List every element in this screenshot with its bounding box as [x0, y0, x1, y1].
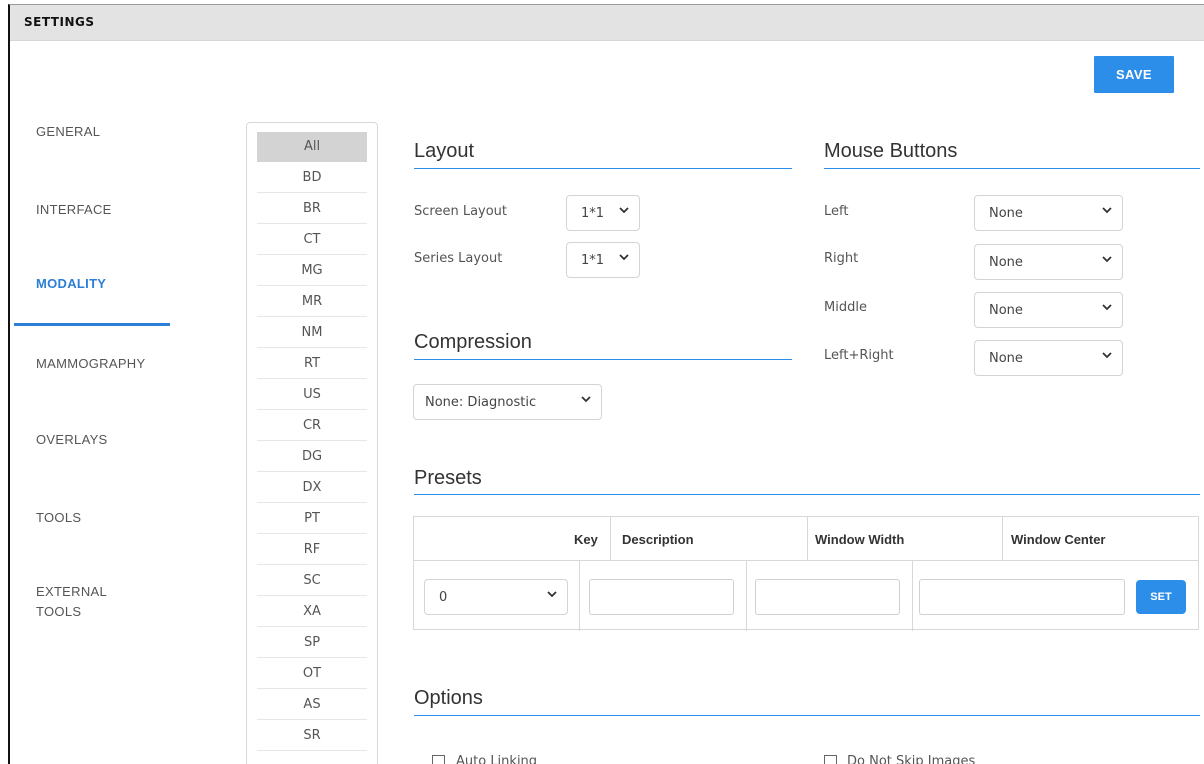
nav-item-interface[interactable]: INTERFACE	[36, 200, 112, 220]
chevron-down-icon	[1102, 352, 1112, 359]
mouse-right-value: None	[989, 255, 1023, 270]
nav-item-label: EXTERNAL	[36, 584, 108, 599]
options-section-title: Options	[414, 687, 483, 709]
column-divider	[1002, 517, 1003, 561]
layout-section-title: Layout	[414, 140, 475, 162]
window-title: SETTINGS	[24, 15, 95, 29]
column-divider	[746, 561, 747, 631]
nav-item-overlays[interactable]: OVERLAYS	[36, 430, 108, 450]
do-not-skip-images-label: Do Not Skip Images	[847, 754, 976, 764]
chevron-down-icon	[619, 254, 629, 261]
auto-linking-checkbox[interactable]	[432, 755, 445, 764]
column-divider	[807, 517, 808, 561]
column-header-description: Description	[622, 532, 694, 547]
auto-linking-label: Auto Linking	[456, 754, 538, 764]
nav-item-tools[interactable]: TOOLS	[36, 508, 81, 528]
layout-divider	[414, 168, 792, 169]
column-divider	[912, 561, 913, 631]
presets-divider	[414, 494, 1200, 495]
series-layout-label: Series Layout	[414, 251, 503, 266]
column-header-key: Key	[574, 532, 598, 547]
nav-item-external-tools[interactable]: EXTERNAL TOOLS	[36, 582, 107, 622]
mouse-buttons-divider	[824, 168, 1200, 169]
modality-item-xa[interactable]: XA	[257, 597, 367, 627]
modality-item-pt[interactable]: PT	[257, 504, 367, 534]
presets-table-header: Key Description Window Width Window Cent…	[414, 517, 1198, 561]
chevron-down-icon	[619, 207, 629, 214]
nav-item-modality[interactable]: MODALITY	[36, 274, 106, 294]
modality-item-ot[interactable]: OT	[257, 659, 367, 689]
screen-layout-select[interactable]: 1*1	[566, 195, 640, 231]
presets-section-title: Presets	[414, 467, 482, 489]
modality-item-mg[interactable]: MG	[257, 256, 367, 286]
chevron-down-icon	[1102, 207, 1112, 214]
mouse-left-label: Left	[824, 204, 849, 219]
presets-table: Key Description Window Width Window Cent…	[413, 516, 1199, 631]
nav-item-label: TOOLS	[36, 604, 82, 619]
mouse-leftright-label: Left+Right	[824, 348, 894, 363]
modality-item-sr[interactable]: SR	[257, 721, 367, 751]
modality-item-cr[interactable]: CR	[257, 411, 367, 441]
mouse-middle-select[interactable]: None	[974, 292, 1123, 328]
compression-select[interactable]: None: Diagnostic	[413, 384, 602, 420]
modality-list: All BD BR CT MG MR NM RT US CR DG DX PT …	[246, 122, 378, 764]
modality-item-br[interactable]: BR	[257, 194, 367, 224]
modality-item-sc[interactable]: SC	[257, 566, 367, 596]
screen-layout-label: Screen Layout	[414, 204, 508, 219]
preset-window-width-input[interactable]	[755, 579, 900, 615]
modality-item-as[interactable]: AS	[257, 690, 367, 720]
modality-item-mr[interactable]: MR	[257, 287, 367, 317]
mouse-left-value: None	[989, 206, 1023, 221]
do-not-skip-images-checkbox[interactable]	[824, 755, 837, 764]
modality-item-sp[interactable]: SP	[257, 628, 367, 658]
save-button[interactable]: SAVE	[1094, 56, 1174, 93]
chevron-down-icon	[1102, 256, 1112, 263]
settings-window: SETTINGS SAVE GENERAL INTERFACE MODALITY…	[8, 4, 1204, 764]
preset-description-input[interactable]	[589, 579, 734, 615]
compression-value: None: Diagnostic	[425, 395, 537, 410]
chevron-down-icon	[547, 591, 557, 598]
column-header-window-width: Window Width	[815, 532, 905, 547]
active-nav-indicator	[14, 323, 170, 326]
compression-divider	[414, 359, 792, 360]
column-header-window-center: Window Center	[1011, 532, 1106, 547]
screen-layout-value: 1*1	[581, 206, 605, 221]
chevron-down-icon	[581, 396, 591, 403]
preset-key-select[interactable]: 0	[424, 579, 568, 615]
column-divider	[610, 517, 611, 561]
mouse-right-label: Right	[824, 251, 859, 266]
modality-item-dg[interactable]: DG	[257, 442, 367, 472]
mouse-middle-value: None	[989, 303, 1023, 318]
mouse-right-select[interactable]: None	[974, 244, 1123, 280]
preset-key-value: 0	[439, 590, 448, 605]
modality-item-rt[interactable]: RT	[257, 349, 367, 379]
modality-item-ct[interactable]: CT	[257, 225, 367, 255]
nav-item-general[interactable]: GENERAL	[36, 122, 100, 142]
mouse-buttons-section-title: Mouse Buttons	[824, 140, 958, 162]
modality-item-bd[interactable]: BD	[257, 163, 367, 193]
nav-item-mammography[interactable]: MAMMOGRAPHY	[36, 354, 145, 374]
series-layout-value: 1*1	[581, 253, 605, 268]
title-bar: SETTINGS	[10, 5, 1204, 41]
modality-item-all[interactable]: All	[257, 132, 367, 162]
mouse-leftright-value: None	[989, 351, 1023, 366]
options-divider	[414, 715, 1200, 716]
mouse-leftright-select[interactable]: None	[974, 340, 1123, 376]
mouse-left-select[interactable]: None	[974, 195, 1123, 231]
preset-window-center-input[interactable]	[919, 579, 1125, 615]
modality-item-us[interactable]: US	[257, 380, 367, 410]
chevron-down-icon	[1102, 304, 1112, 311]
modality-item-rf[interactable]: RF	[257, 535, 367, 565]
series-layout-select[interactable]: 1*1	[566, 242, 640, 278]
mouse-middle-label: Middle	[824, 300, 867, 315]
modality-item-dx[interactable]: DX	[257, 473, 367, 503]
compression-section-title: Compression	[414, 331, 532, 353]
column-divider	[579, 561, 580, 631]
modality-item-nm[interactable]: NM	[257, 318, 367, 348]
set-preset-button[interactable]: SET	[1136, 580, 1186, 614]
